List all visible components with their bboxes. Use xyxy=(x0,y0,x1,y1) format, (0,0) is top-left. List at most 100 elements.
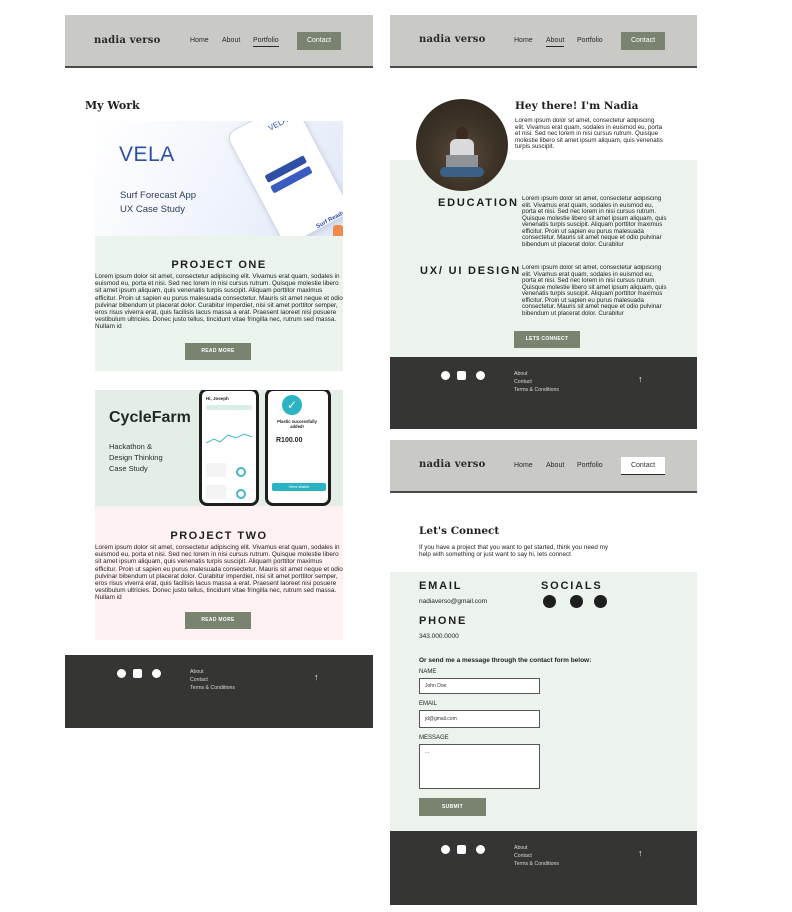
person-illustration xyxy=(333,225,343,236)
page-title: My Work xyxy=(85,99,140,112)
scroll-up-icon[interactable]: ↑ xyxy=(314,672,319,682)
footer-link-terms[interactable]: Terms & Conditions xyxy=(514,387,559,393)
instagram-icon[interactable] xyxy=(570,595,583,608)
footer-link-about[interactable]: About xyxy=(190,669,204,675)
project-one-read-more[interactable]: READ MORE xyxy=(185,343,251,360)
cyclefarm-brand: CycleFarm xyxy=(109,409,191,426)
nav-home[interactable]: Home xyxy=(514,37,533,44)
email-value[interactable]: nadiaverso@gmail.com xyxy=(419,598,487,605)
linkedin-icon[interactable] xyxy=(594,595,607,608)
phone-status: Plastic successfully added! xyxy=(277,419,317,429)
phone-banner xyxy=(206,405,252,410)
footer-link-contact[interactable]: Contact xyxy=(190,677,208,683)
phone-mockup: Hi, Joseph xyxy=(199,390,259,506)
brand-logo[interactable]: nadia verso xyxy=(419,34,485,45)
linkedin-icon[interactable] xyxy=(457,845,466,854)
instagram-icon[interactable] xyxy=(441,371,450,380)
contact-button[interactable]: Contact xyxy=(297,32,341,50)
phone-gauge-2 xyxy=(236,489,246,499)
linkedin-icon[interactable] xyxy=(133,669,142,678)
nav-portfolio[interactable]: Portfolio xyxy=(577,462,603,469)
phone-mockup-2: ✓ Plastic successfully added! R100.00 Vi… xyxy=(265,390,331,506)
brand-logo[interactable]: nadia verso xyxy=(94,35,160,46)
pinterest-icon[interactable] xyxy=(543,595,556,608)
about-intro: Lorem ipsum dolor sit amet, consectetur … xyxy=(515,118,663,150)
footer: About Contact Terms & Conditions ↑ xyxy=(65,655,373,728)
nav-portfolio[interactable]: Portfolio xyxy=(577,37,603,44)
email-input[interactable]: jd@gmail.com xyxy=(419,710,540,728)
project-one-card: VELA Surf Forecast App UX Case Study VEL… xyxy=(95,121,343,371)
ux-heading: UX/ UI DESIGN xyxy=(420,265,522,277)
email-label: EMAIL xyxy=(419,701,438,707)
submit-button[interactable]: SUBMIT xyxy=(419,798,486,816)
message-label: MESSAGE xyxy=(419,735,449,741)
phone-amount: R100.00 xyxy=(276,437,303,444)
linkedin-icon[interactable] xyxy=(457,371,466,380)
project-two-read-more[interactable]: READ MORE xyxy=(185,612,251,629)
contact-heading: Let's Connect xyxy=(419,525,500,537)
name-label: NAME xyxy=(419,669,437,675)
pinterest-icon[interactable] xyxy=(152,669,161,678)
project-two-image[interactable]: CycleFarm Hackathon & Design Thinking Ca… xyxy=(95,390,343,506)
message-textarea[interactable]: ... xyxy=(419,744,540,789)
vela-subtitle: Surf Forecast App UX Case Study xyxy=(120,190,197,215)
contact-page-frame: nadia verso Home About Portfolio Contact… xyxy=(390,440,697,905)
footer-link-about[interactable]: About xyxy=(514,845,528,851)
about-heading: Hey there! I'm Nadia xyxy=(515,100,639,112)
footer: About Contact Terms & Conditions ↑ xyxy=(390,357,697,429)
pinterest-icon[interactable] xyxy=(476,371,485,380)
nav-portfolio[interactable]: Portfolio xyxy=(253,37,279,47)
header: nadia verso Home About Portfolio Contact xyxy=(390,15,697,68)
header: nadia verso Home About Portfolio Contact xyxy=(390,440,697,493)
project-two-text: Lorem ipsum dolor sit amet, consectetur … xyxy=(95,544,343,602)
phone-chart xyxy=(206,433,253,444)
lets-connect-button[interactable]: LETS CONNECT xyxy=(514,331,580,348)
project-two-title: PROJECT TWO xyxy=(170,530,268,542)
nav-about[interactable]: About xyxy=(546,37,565,47)
project-two-card: CycleFarm Hackathon & Design Thinking Ca… xyxy=(95,390,343,640)
ux-text: Lorem ipsum dolor sit amet, consectetur … xyxy=(522,265,667,317)
scroll-up-icon[interactable]: ↑ xyxy=(638,848,643,858)
nav-about[interactable]: About xyxy=(546,462,564,469)
cyclefarm-subtitle: Hackathon & Design Thinking Case Study xyxy=(109,442,163,473)
project-one-image[interactable]: VELA Surf Forecast App UX Case Study VEL… xyxy=(95,121,343,236)
phone-stat-2 xyxy=(206,485,226,499)
pinterest-icon[interactable] xyxy=(476,845,485,854)
instagram-icon[interactable] xyxy=(117,669,126,678)
footer-link-contact[interactable]: Contact xyxy=(514,379,532,385)
footer-link-contact[interactable]: Contact xyxy=(514,853,532,859)
instagram-icon[interactable] xyxy=(441,845,450,854)
phone-stat-1 xyxy=(206,463,226,477)
project-one-title: PROJECT ONE xyxy=(171,259,267,271)
socials-heading: SOCIALS xyxy=(541,580,603,592)
footer-link-terms[interactable]: Terms & Conditions xyxy=(514,861,559,867)
phone-value[interactable]: 343.000.0000 xyxy=(419,633,459,640)
profile-photo xyxy=(416,99,508,191)
portfolio-page-frame: nadia verso Home About Portfolio Contact… xyxy=(65,15,373,728)
education-text: Lorem ipsum dolor sit amet, consectetur … xyxy=(522,196,667,248)
footer: About Contact Terms & Conditions ↑ xyxy=(390,831,697,905)
contact-button[interactable]: Contact xyxy=(621,457,665,475)
form-intro: Or send me a message through the contact… xyxy=(419,657,592,664)
scroll-up-icon[interactable]: ↑ xyxy=(638,374,643,384)
project-one-text: Lorem ipsum dolor sit amet, consectetur … xyxy=(95,273,343,331)
contact-intro: If you have a project that you want to g… xyxy=(419,544,609,559)
brand-logo[interactable]: nadia verso xyxy=(419,459,485,470)
vela-brand: VELA xyxy=(119,143,175,166)
email-heading: EMAIL xyxy=(419,580,463,592)
phone-gauge-1 xyxy=(236,467,246,477)
footer-link-about[interactable]: About xyxy=(514,371,528,377)
contact-button[interactable]: Contact xyxy=(621,32,665,50)
about-mint-section xyxy=(390,160,697,357)
nav-about[interactable]: About xyxy=(222,37,240,44)
name-input[interactable]: John Doe xyxy=(419,678,540,694)
phone-button: View Wallet xyxy=(272,483,326,491)
about-page-frame: nadia verso Home About Portfolio Contact… xyxy=(390,15,697,429)
phone-heading: PHONE xyxy=(419,615,468,627)
nav-home[interactable]: Home xyxy=(190,37,209,44)
nav-home[interactable]: Home xyxy=(514,462,533,469)
footer-link-terms[interactable]: Terms & Conditions xyxy=(190,685,235,691)
header: nadia verso Home About Portfolio Contact xyxy=(65,15,373,68)
check-icon: ✓ xyxy=(282,395,302,415)
phone-brand: VELA xyxy=(266,121,290,133)
